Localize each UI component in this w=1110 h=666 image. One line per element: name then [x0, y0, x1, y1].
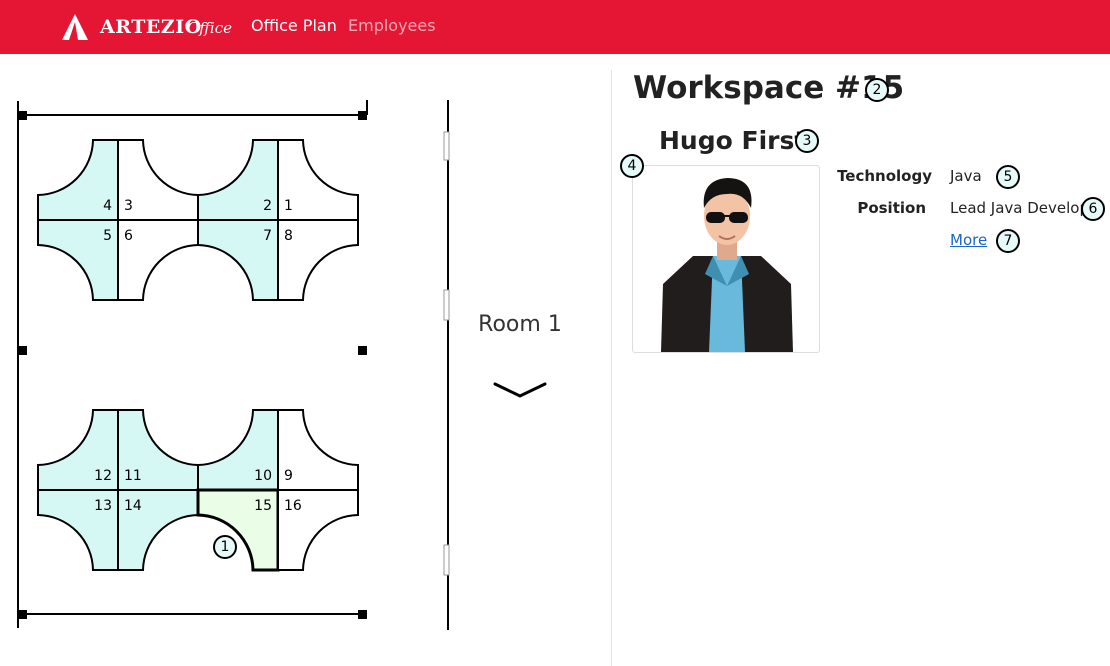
seat-label-5[interactable]: 5 — [103, 228, 112, 244]
seat-label-1[interactable]: 1 — [284, 198, 293, 214]
seat-label-12[interactable]: 12 — [94, 468, 112, 484]
employee-photo — [632, 165, 820, 353]
annotation-marker-3: 3 — [795, 129, 819, 153]
desk-cluster-top-right — [197, 139, 359, 301]
employee-name: Hugo First — [659, 126, 807, 155]
annotation-marker-7: 7 — [996, 229, 1020, 253]
seat-label-9[interactable]: 9 — [284, 468, 293, 484]
seat-label-16[interactable]: 16 — [284, 498, 302, 514]
panel-divider — [611, 70, 612, 666]
annotation-marker-5: 5 — [996, 165, 1020, 189]
seat-label-13[interactable]: 13 — [94, 498, 112, 514]
desk-cluster-top-left — [37, 139, 199, 301]
technology-value: Java — [950, 167, 982, 185]
seat-label-7[interactable]: 7 — [263, 228, 272, 244]
brand-subtitle: Office — [187, 19, 232, 37]
seat-label-14[interactable]: 14 — [124, 498, 142, 514]
seat-label-10[interactable]: 10 — [254, 468, 272, 484]
annotation-marker-6: 6 — [1081, 197, 1105, 221]
top-bar: ARTEZIO Office Office Plan Employees — [0, 0, 1110, 54]
seat-label-11[interactable]: 11 — [124, 468, 142, 484]
room-label: Room 1 — [478, 312, 562, 337]
seat-label-6[interactable]: 6 — [124, 228, 133, 244]
nav-employees[interactable]: Employees — [348, 16, 436, 35]
office-floor-plan: 4 3 5 6 2 1 7 8 12 11 13 14 10 9 15 16 — [17, 100, 450, 630]
employee-avatar — [661, 178, 793, 352]
nav-office-plan[interactable]: Office Plan — [251, 16, 337, 35]
workspace-title: Workspace #15 — [633, 70, 905, 106]
artezio-logo-icon[interactable] — [60, 13, 90, 41]
seat-label-3[interactable]: 3 — [124, 198, 133, 214]
annotation-marker-2: 2 — [865, 78, 889, 102]
annotation-marker-1: 1 — [213, 535, 237, 559]
chevron-down-icon[interactable] — [493, 380, 547, 400]
technology-label: Technology — [837, 167, 932, 185]
seat-label-8[interactable]: 8 — [284, 228, 293, 244]
seat-label-2[interactable]: 2 — [263, 198, 272, 214]
position-label: Position — [857, 199, 926, 217]
seat-label-4[interactable]: 4 — [103, 198, 112, 214]
more-link[interactable]: More — [950, 231, 987, 249]
seat-label-15[interactable]: 15 — [254, 498, 272, 514]
annotation-marker-4: 4 — [620, 154, 644, 178]
desk-cluster-bottom-left — [37, 409, 199, 571]
